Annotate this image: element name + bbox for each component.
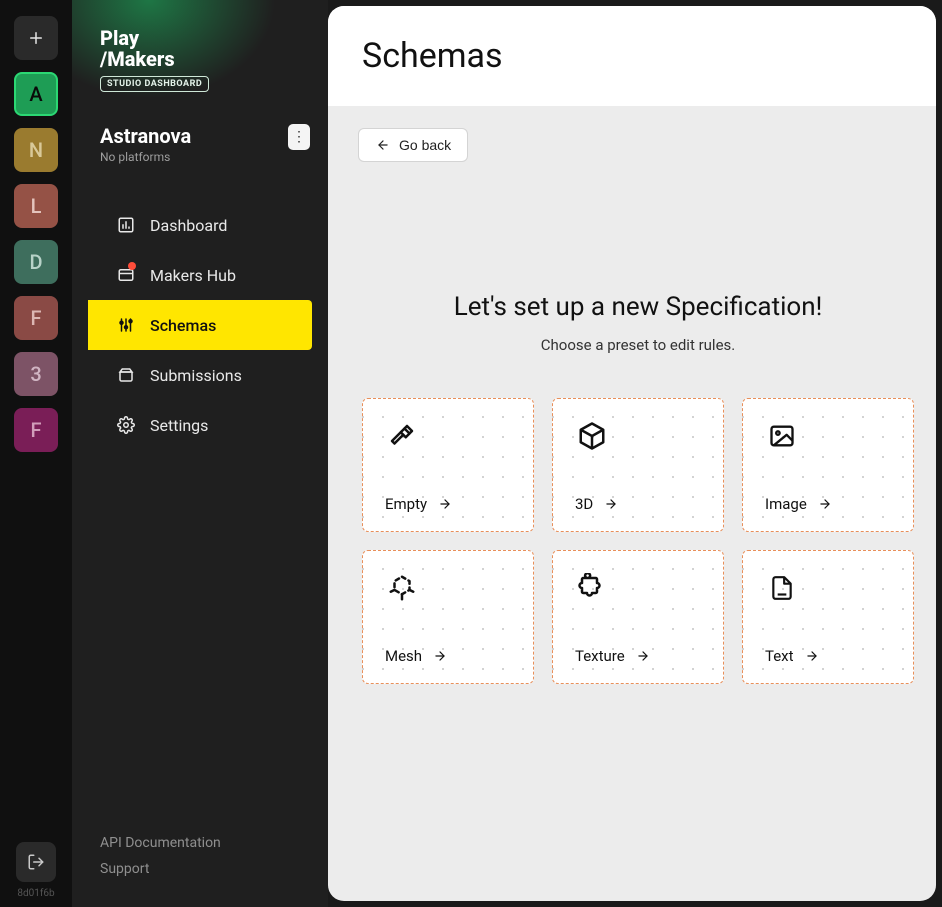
main-body: Go back Let's set up a new Specification… xyxy=(328,106,936,901)
workspace-tile[interactable]: N xyxy=(14,128,58,172)
build-id: 8d01f6b xyxy=(17,888,54,899)
main-header: Schemas xyxy=(328,6,936,106)
sidebar-item-makers-hub[interactable]: Makers Hub xyxy=(88,250,312,300)
more-vert-icon: ⋮ xyxy=(292,130,306,144)
workspace-tile[interactable]: F xyxy=(14,296,58,340)
arrow-right-icon xyxy=(437,497,453,511)
preset-label-row: Texture xyxy=(575,647,701,665)
sidebar: Play /Makers STUDIO DASHBOARD Astranova … xyxy=(72,0,328,907)
preset-label-row: Image xyxy=(765,495,891,513)
preset-label: Text xyxy=(765,647,794,665)
workspace-letter: F xyxy=(30,418,41,442)
support-link[interactable]: Support xyxy=(100,861,300,877)
project-more-button[interactable]: ⋮ xyxy=(288,124,310,150)
mesh-icon xyxy=(385,571,419,605)
workspace-tile[interactable]: D xyxy=(14,240,58,284)
project-header: Astranova No platforms ⋮ xyxy=(72,110,328,170)
sidebar-item-schemas[interactable]: Schemas xyxy=(88,300,312,350)
main-panel: Schemas Go back Let's set up a new Speci… xyxy=(328,6,936,901)
workspace-letter: L xyxy=(31,194,42,218)
hero-subtitle: Choose a preset to edit rules. xyxy=(358,336,918,354)
preset-grid: Empty 3D Image Mesh Texture Text xyxy=(358,398,918,684)
image-icon xyxy=(765,419,799,453)
preset-label-row: Mesh xyxy=(385,647,511,665)
sidebar-item-label: Settings xyxy=(150,416,208,435)
sliders-icon xyxy=(116,315,136,335)
arrow-right-icon xyxy=(432,649,448,663)
arrow-right-icon xyxy=(635,649,651,663)
sidebar-nav: Dashboard Makers Hub Schemas Submissions Set… xyxy=(72,200,328,450)
preset-label: Empty xyxy=(385,495,427,513)
preset-3d[interactable]: 3D xyxy=(552,398,724,532)
sidebar-item-settings[interactable]: Settings xyxy=(88,400,312,450)
sidebar-item-dashboard[interactable]: Dashboard xyxy=(88,200,312,250)
api-docs-link[interactable]: API Documentation xyxy=(100,835,300,851)
sidebar-item-submissions[interactable]: Submissions xyxy=(88,350,312,400)
workspace-letter: D xyxy=(29,250,42,274)
cube-icon xyxy=(575,419,609,453)
workspace-rail: A N L D F 3 F 8d01f6b xyxy=(0,0,72,907)
project-subtitle: No platforms xyxy=(100,150,191,164)
package-icon xyxy=(116,365,136,385)
workspace-letter: A xyxy=(29,82,42,106)
project-text: Astranova No platforms xyxy=(100,124,191,164)
gear-icon xyxy=(116,415,136,435)
sidebar-footer: API Documentation Support xyxy=(72,835,328,907)
arrow-right-icon xyxy=(804,649,820,663)
workspace-tile[interactable]: L xyxy=(14,184,58,228)
brand-block: Play /Makers STUDIO DASHBOARD xyxy=(72,28,328,110)
preset-texture[interactable]: Texture xyxy=(552,550,724,684)
rail-bottom: 8d01f6b xyxy=(16,842,56,907)
preset-label-row: Text xyxy=(765,647,891,665)
logout-button[interactable] xyxy=(16,842,56,882)
spec-hero: Let's set up a new Specification! Choose… xyxy=(358,292,918,354)
go-back-button[interactable]: Go back xyxy=(358,128,468,162)
preset-label: 3D xyxy=(575,495,593,513)
notification-dot xyxy=(128,262,136,270)
new-workspace-button[interactable] xyxy=(14,16,58,60)
preset-mesh[interactable]: Mesh xyxy=(362,550,534,684)
sidebar-item-label: Submissions xyxy=(150,366,242,385)
preset-label-row: Empty xyxy=(385,495,511,513)
preset-empty[interactable]: Empty xyxy=(362,398,534,532)
workspace-tile[interactable]: F xyxy=(14,408,58,452)
sidebar-item-label: Makers Hub xyxy=(150,266,236,285)
hero-title: Let's set up a new Specification! xyxy=(358,292,918,322)
go-back-label: Go back xyxy=(399,137,451,153)
brand-line2: /Makers xyxy=(100,49,300,70)
workspace-letter: 3 xyxy=(30,362,41,386)
workspace-tile[interactable]: 3 xyxy=(14,352,58,396)
sidebar-item-label: Schemas xyxy=(150,316,216,335)
project-name: Astranova xyxy=(100,124,191,148)
workspace-letter: N xyxy=(29,138,43,162)
puzzle-icon xyxy=(575,571,609,605)
preset-label-row: 3D xyxy=(575,495,701,513)
preset-label: Image xyxy=(765,495,807,513)
arrow-right-icon xyxy=(603,497,619,511)
plus-icon xyxy=(27,29,45,47)
preset-text[interactable]: Text xyxy=(742,550,914,684)
brand-line1: Play xyxy=(100,28,300,49)
file-icon xyxy=(765,571,799,605)
workspace-tile[interactable]: A xyxy=(14,72,58,116)
hammer-icon xyxy=(385,419,419,453)
arrow-left-icon xyxy=(375,138,391,152)
workspace-letter: F xyxy=(30,306,41,330)
preset-image[interactable]: Image xyxy=(742,398,914,532)
brand-badge: STUDIO DASHBOARD xyxy=(100,76,209,92)
preset-label: Texture xyxy=(575,647,625,665)
dashboard-icon xyxy=(116,215,136,235)
arrow-right-icon xyxy=(817,497,833,511)
sidebar-item-label: Dashboard xyxy=(150,216,227,235)
logout-icon xyxy=(27,853,45,871)
preset-label: Mesh xyxy=(385,647,422,665)
page-title: Schemas xyxy=(362,36,902,76)
